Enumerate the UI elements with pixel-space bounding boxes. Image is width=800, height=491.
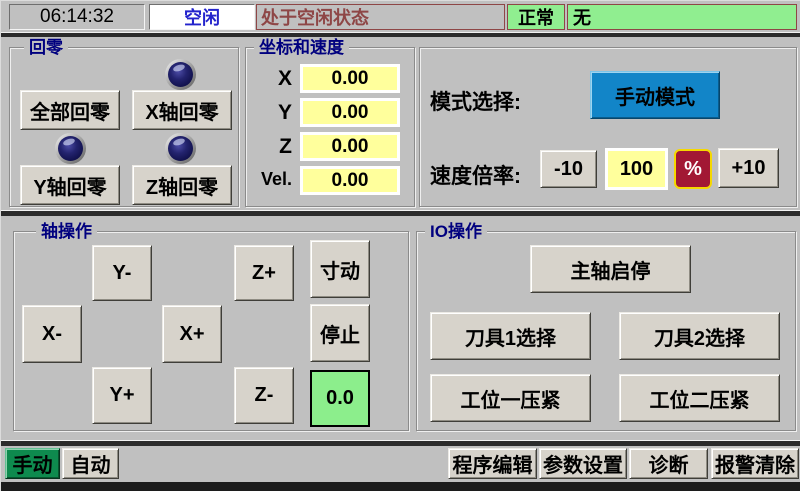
velocity-display: 0.00 — [300, 166, 400, 195]
y-home-led-indicator — [55, 133, 86, 164]
tool1-select-button[interactable]: 刀具1选择 — [430, 312, 591, 360]
nav-auto-tab[interactable]: 自动 — [62, 448, 119, 479]
io-operation-panel: IO操作 主轴启停 刀具1选择 刀具2选择 工位一压紧 工位二压紧 — [416, 231, 796, 431]
status-message-display: 处于空闲状态 — [256, 4, 505, 30]
home-x-button[interactable]: X轴回零 — [132, 90, 232, 130]
home-z-button[interactable]: Z轴回零 — [132, 165, 232, 205]
clock-display: 06:14:32 — [9, 4, 145, 30]
mode-select-label: 模式选择: — [430, 86, 521, 116]
tool2-select-button[interactable]: 刀具2选择 — [619, 312, 780, 360]
hmi-screen: 06:14:32 空闲 处于空闲状态 正常 无 回零 全部回零 X轴回零 Y轴回… — [0, 0, 800, 491]
percent-sign-badge: % — [674, 149, 712, 189]
machine-mode-display: 空闲 — [149, 4, 255, 30]
axis-panel-title: 轴操作 — [36, 222, 97, 241]
top-separator — [1, 32, 800, 37]
mode-panel: 模式选择: 手动模式 速度倍率: -10 100 % +10 — [419, 47, 797, 207]
coords-panel-title: 坐标和速度 — [254, 38, 349, 57]
z-axis-label: Z — [246, 135, 292, 159]
jog-z-minus-button[interactable]: Z- — [234, 367, 294, 424]
z-position-display: 0.00 — [300, 132, 400, 161]
jog-y-minus-button[interactable]: Y- — [92, 245, 152, 301]
jog-x-minus-button[interactable]: X- — [22, 305, 82, 363]
y-position-display: 0.00 — [300, 98, 400, 127]
mode-select-button[interactable]: 手动模式 — [590, 71, 720, 119]
io-panel-title: IO操作 — [425, 222, 487, 241]
x-position-display: 0.00 — [300, 64, 400, 93]
velocity-label: Vel. — [246, 169, 292, 190]
jog-z-plus-button[interactable]: Z+ — [234, 245, 294, 301]
y-axis-label: Y — [246, 101, 292, 125]
homing-panel: 回零 全部回零 X轴回零 Y轴回零 Z轴回零 — [9, 47, 239, 207]
override-value-display: 100 — [605, 148, 668, 190]
z-home-led-indicator — [165, 133, 196, 164]
jog-step-value-field[interactable]: 0.0 — [310, 370, 370, 427]
homing-panel-title: 回零 — [24, 38, 68, 57]
coords-panel: 坐标和速度 X 0.00 Y 0.00 Z 0.00 Vel. 0.00 — [245, 47, 415, 207]
x-home-led-indicator — [165, 59, 196, 90]
axis-operation-panel: 轴操作 Y- Z+ 寸动 X- X+ 停止 Y+ Z- 0.0 — [13, 231, 409, 431]
spindle-start-stop-button[interactable]: 主轴启停 — [530, 245, 691, 293]
jog-mode-button[interactable]: 寸动 — [310, 240, 370, 298]
stop-button[interactable]: 停止 — [310, 304, 370, 362]
jog-x-plus-button[interactable]: X+ — [162, 305, 222, 363]
alarm-state-display: 正常 — [507, 4, 565, 30]
station2-clamp-button[interactable]: 工位二压紧 — [619, 374, 780, 422]
home-all-button[interactable]: 全部回零 — [20, 90, 120, 130]
jog-y-plus-button[interactable]: Y+ — [92, 367, 152, 424]
middle-separator — [1, 210, 800, 216]
alarm-info-display: 无 — [567, 4, 797, 30]
nav-diagnostics-button[interactable]: 诊断 — [629, 448, 708, 479]
nav-manual-tab[interactable]: 手动 — [5, 448, 60, 479]
speed-override-label: 速度倍率: — [430, 160, 521, 190]
x-axis-label: X — [246, 67, 292, 91]
home-y-button[interactable]: Y轴回零 — [20, 165, 120, 205]
nav-alarm-clear-button[interactable]: 报警清除 — [711, 448, 799, 479]
bottom-separator — [1, 440, 800, 446]
override-increase-button[interactable]: +10 — [718, 148, 779, 188]
override-decrease-button[interactable]: -10 — [540, 150, 597, 188]
bottom-edge-strip — [1, 482, 800, 491]
nav-program-edit-button[interactable]: 程序编辑 — [448, 448, 537, 479]
nav-param-settings-button[interactable]: 参数设置 — [539, 448, 627, 479]
station1-clamp-button[interactable]: 工位一压紧 — [430, 374, 591, 422]
